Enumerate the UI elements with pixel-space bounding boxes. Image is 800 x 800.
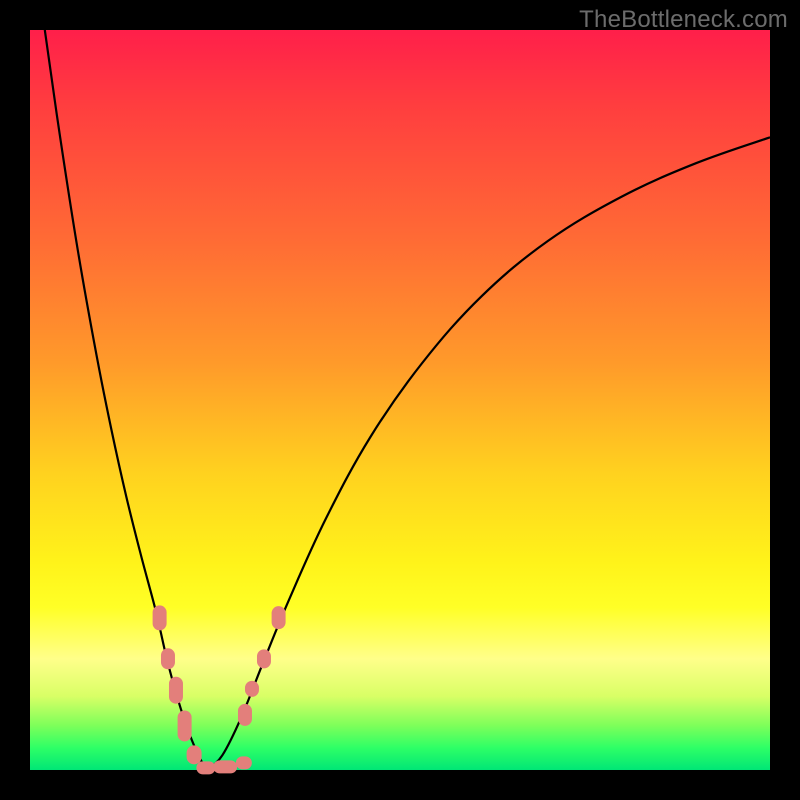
data-marker: [238, 703, 252, 725]
plot-area: [30, 30, 770, 770]
data-marker: [169, 677, 183, 704]
curve-layer: [30, 30, 770, 770]
data-marker: [161, 648, 175, 669]
data-marker: [245, 680, 259, 696]
data-marker: [257, 649, 271, 668]
data-marker: [177, 710, 192, 741]
left-curve: [45, 30, 208, 770]
data-marker: [236, 756, 252, 769]
chart-frame: TheBottleneck.com: [0, 0, 800, 800]
right-curve: [208, 137, 770, 770]
data-marker: [214, 760, 238, 773]
data-marker: [271, 606, 286, 630]
data-marker: [152, 606, 167, 631]
